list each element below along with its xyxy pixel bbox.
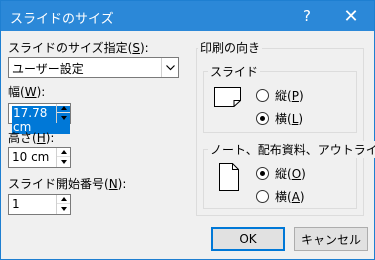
height-spinner[interactable]: 10 cm	[8, 147, 71, 168]
spin-down-icon[interactable]	[57, 113, 70, 122]
radio-on-icon[interactable]	[256, 167, 269, 180]
slide-size-label: スライドのサイズ指定(S):	[8, 41, 149, 55]
notes-orientation-title: ノート、配布資料、アウトライン	[208, 141, 375, 158]
notes-portrait-icon	[219, 163, 239, 191]
width-spin-buttons	[56, 104, 70, 123]
slide-size-select[interactable]: ユーザー設定	[8, 57, 179, 78]
spin-down-icon[interactable]	[57, 204, 70, 213]
slide-landscape-icon	[214, 87, 241, 107]
chevron-down-icon[interactable]	[161, 58, 178, 77]
slides-landscape-radio[interactable]: 横(L)	[256, 110, 303, 127]
width-label: 幅(W):	[8, 85, 46, 99]
slide-size-value: ユーザー設定	[12, 62, 84, 76]
ok-button[interactable]: OK	[211, 227, 285, 251]
spin-up-icon[interactable]	[57, 104, 70, 113]
radio-on-icon[interactable]	[256, 112, 269, 125]
cancel-button[interactable]: キャンセル	[294, 227, 368, 251]
start-number-label: スライド開始番号(N):	[8, 177, 127, 191]
start-number-spinner[interactable]: 1	[8, 194, 71, 215]
close-button[interactable]: ✕	[334, 1, 368, 31]
width-spinner[interactable]: 17.78 cm	[8, 103, 71, 134]
slides-orientation-title: スライド	[208, 63, 261, 80]
dialog-title: スライドのサイズ	[10, 12, 114, 27]
help-button[interactable]: ?	[290, 1, 324, 31]
title-bar: スライドのサイズ ? ✕	[1, 1, 374, 31]
spin-down-icon[interactable]	[57, 157, 70, 166]
height-spin-buttons	[56, 148, 70, 167]
slide-size-dialog: スライドのサイズ ? ✕ スライドのサイズ指定(S): ユーザー設定 幅(W):…	[0, 0, 375, 260]
orientation-title: 印刷の向き	[198, 39, 263, 56]
start-number-spin-buttons	[56, 195, 70, 214]
height-value[interactable]: 10 cm	[12, 150, 49, 164]
radio-off-icon[interactable]	[256, 190, 269, 203]
slides-portrait-radio[interactable]: 縦(P)	[256, 87, 304, 104]
spin-up-icon[interactable]	[57, 195, 70, 204]
notes-landscape-radio[interactable]: 横(A)	[256, 188, 305, 205]
spin-up-icon[interactable]	[57, 148, 70, 157]
radio-off-icon[interactable]	[256, 89, 269, 102]
height-label: 高さ(H):	[8, 131, 55, 145]
start-number-value[interactable]: 1	[12, 197, 20, 211]
notes-portrait-radio[interactable]: 縦(O)	[256, 165, 306, 182]
